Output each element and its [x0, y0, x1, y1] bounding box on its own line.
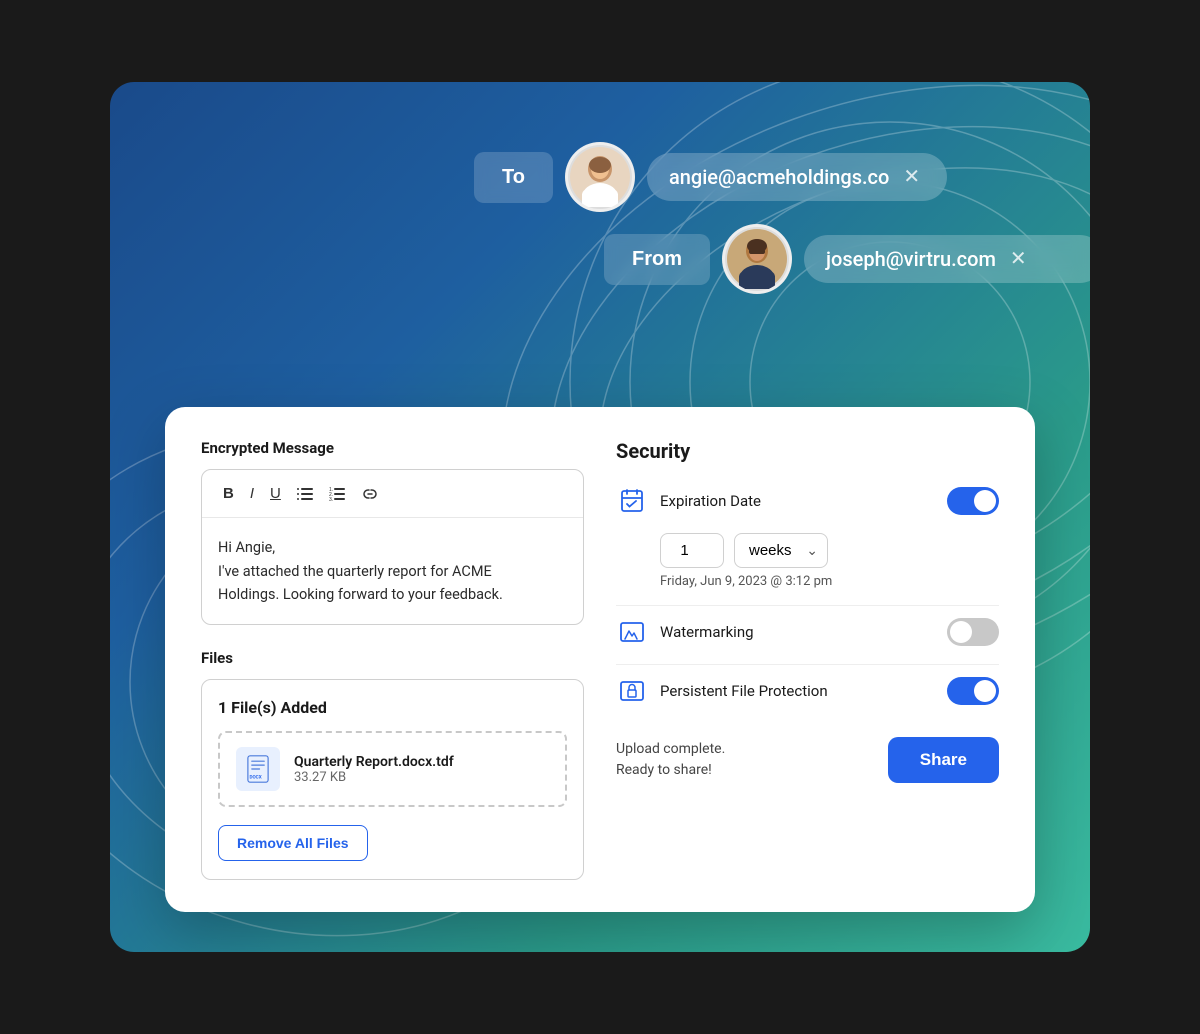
file-size: 33.27 KB [294, 770, 454, 785]
message-line2: I've attached the quarterly report for A… [218, 560, 567, 583]
underline-button[interactable]: U [263, 480, 288, 507]
expiry-number-input[interactable] [660, 533, 724, 568]
expiration-date-item: Expiration Date [616, 485, 999, 517]
expiration-date-toggle[interactable] [947, 487, 999, 515]
watermarking-label: Watermarking [660, 623, 935, 641]
expiry-controls: weeks days months [660, 533, 999, 568]
from-row: From joseph@virtru.com ✕ [604, 224, 1090, 294]
to-avatar [565, 142, 635, 212]
to-label-button[interactable]: To [474, 152, 553, 203]
to-row: To angie@acmeholdings.co ✕ [474, 142, 1090, 212]
watermarking-icon [616, 616, 648, 648]
file-name: Quarterly Report.docx.tdf [294, 754, 454, 770]
status-line2: Ready to share! [616, 760, 725, 781]
svg-text:DOCX: DOCX [249, 774, 261, 780]
file-icon: DOCX [236, 747, 280, 791]
watermarking-item: Watermarking [616, 616, 999, 648]
message-editor[interactable]: B I U [201, 469, 584, 625]
from-close-button[interactable]: ✕ [1010, 249, 1027, 269]
remove-all-files-button[interactable]: Remove All Files [218, 825, 368, 861]
persistent-file-protection-item: Persistent File Protection [616, 675, 999, 707]
main-card: Encrypted Message B I U [165, 407, 1035, 912]
from-label-button[interactable]: From [604, 234, 710, 285]
italic-button[interactable]: I [243, 480, 261, 507]
divider-2 [616, 664, 999, 665]
bold-button[interactable]: B [216, 480, 241, 507]
watermarking-toggle[interactable] [947, 618, 999, 646]
files-count: 1 File(s) Added [218, 698, 567, 717]
files-box: 1 File(s) Added DOCX Quarterly Repor [201, 679, 584, 880]
from-avatar [722, 224, 792, 294]
message-body[interactable]: Hi Angie, I've attached the quarterly re… [202, 518, 583, 624]
to-email-text: angie@acmeholdings.co [669, 165, 889, 189]
left-column: Encrypted Message B I U [201, 439, 584, 880]
share-button[interactable]: Share [888, 737, 999, 783]
expiration-date-label: Expiration Date [660, 492, 935, 510]
files-section: Files 1 File(s) Added DOCX [201, 649, 584, 880]
content-area: To angie@acmeholdings.co ✕ [110, 82, 1090, 952]
status-text: Upload complete. Ready to share! [616, 739, 725, 781]
persistent-file-protection-label: Persistent File Protection [660, 682, 935, 700]
status-line1: Upload complete. [616, 739, 725, 760]
footer-row: Upload complete. Ready to share! Share [616, 737, 999, 783]
right-column: Security Expiration Date [616, 439, 999, 880]
expiry-unit-select-wrap: weeks days months [734, 533, 828, 568]
email-fields-container: To angie@acmeholdings.co ✕ [474, 142, 1090, 294]
message-line1: Hi Angie, [218, 536, 567, 559]
from-email-text: joseph@virtru.com [826, 247, 996, 271]
from-email-pill: joseph@virtru.com ✕ [804, 235, 1090, 283]
security-title: Security [616, 439, 999, 463]
file-item: DOCX Quarterly Report.docx.tdf 33.27 KB [218, 731, 567, 807]
message-line3: Holdings. Looking forward to your feedba… [218, 583, 567, 606]
editor-toolbar: B I U [202, 470, 583, 518]
divider-1 [616, 605, 999, 606]
svg-text:3.: 3. [329, 497, 333, 502]
expiry-date-display: Friday, Jun 9, 2023 @ 3:12 pm [660, 574, 999, 589]
numbered-list-button[interactable]: 1. 2. 3. [322, 481, 352, 507]
bullet-list-button[interactable] [290, 481, 320, 507]
to-email-pill: angie@acmeholdings.co ✕ [647, 153, 947, 201]
files-section-label: Files [201, 649, 584, 667]
persistent-file-protection-toggle[interactable] [947, 677, 999, 705]
outer-background: To angie@acmeholdings.co ✕ [110, 82, 1090, 952]
expiry-unit-select[interactable]: weeks days months [734, 533, 828, 568]
file-info: Quarterly Report.docx.tdf 33.27 KB [294, 754, 454, 785]
message-section-label: Encrypted Message [201, 439, 584, 457]
link-button[interactable] [354, 482, 386, 506]
to-close-button[interactable]: ✕ [903, 167, 920, 187]
persistent-file-protection-icon [616, 675, 648, 707]
expiration-date-icon [616, 485, 648, 517]
